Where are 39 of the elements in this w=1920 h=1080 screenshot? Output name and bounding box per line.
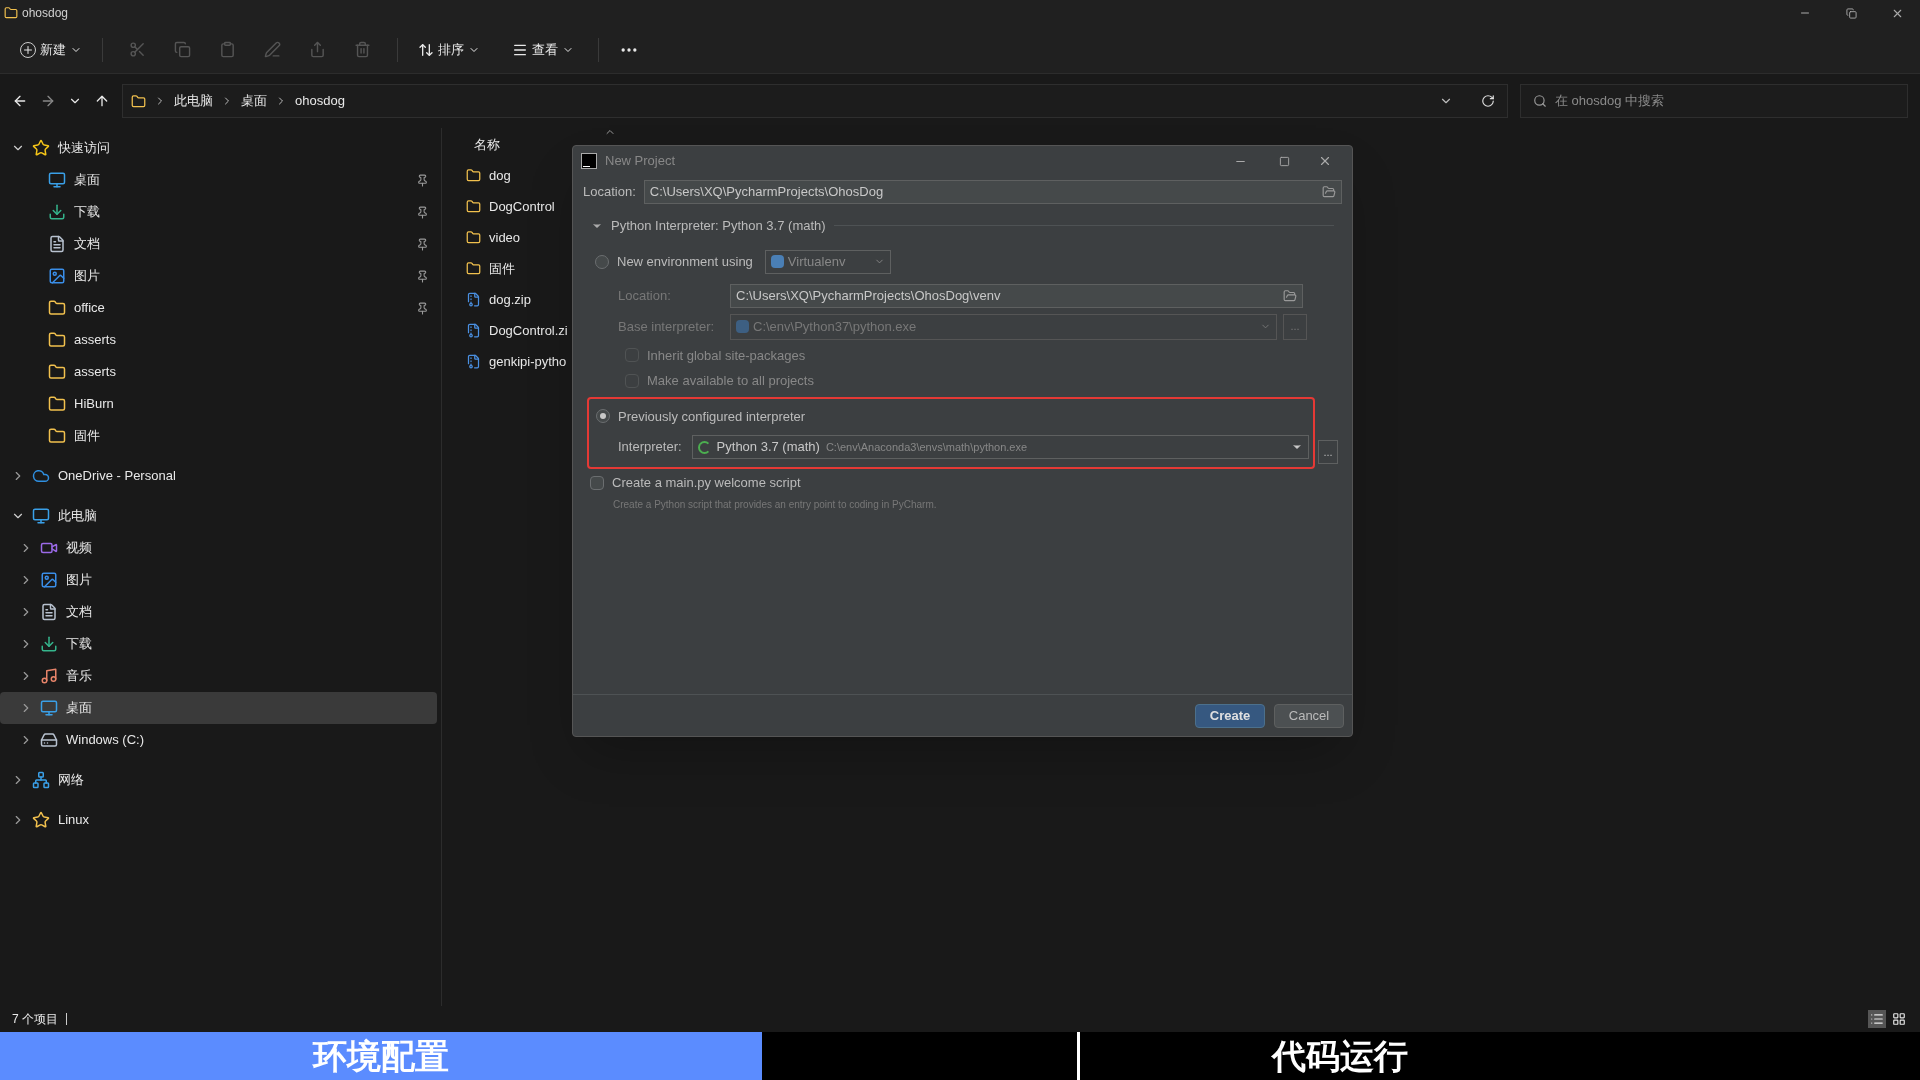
- file-name: DogControl.zi: [489, 321, 568, 340]
- file-name: DogControl: [489, 197, 555, 216]
- sidebar-label: 图片: [66, 571, 92, 590]
- sidebar-label: 视频: [66, 539, 92, 558]
- chapter-label: 环境配置: [313, 1035, 449, 1077]
- file-name: 固件: [489, 259, 515, 278]
- sidebar-label: office: [74, 299, 105, 318]
- sidebar-label: 此电脑: [58, 507, 97, 526]
- sidebar-label: Windows (C:): [66, 731, 144, 750]
- file-name: dog.zip: [489, 290, 531, 309]
- sidebar-label: 固件: [74, 427, 100, 446]
- file-name: video: [489, 228, 521, 247]
- base-interpreter-label: Base interpreter:: [618, 317, 716, 336]
- sidebar-label: asserts: [74, 331, 116, 350]
- dialog-title: New Project: [605, 152, 676, 171]
- sidebar-label: Linux: [58, 811, 90, 830]
- file-name: dog: [489, 166, 511, 185]
- sidebar-label: 网络: [58, 771, 84, 790]
- sidebar-label: 下载: [66, 635, 92, 654]
- sidebar-label: 桌面: [74, 171, 100, 190]
- location-label: Location:: [583, 183, 636, 202]
- sidebar-label: 音乐: [66, 667, 92, 686]
- interpreter-label: Interpreter:: [618, 438, 682, 457]
- window-title: ohosdog: [22, 5, 69, 22]
- sidebar-label: OneDrive - Personal: [58, 467, 176, 486]
- item-count: 7 个项目: [12, 1011, 58, 1028]
- chapter-label: 代码运行: [1272, 1035, 1408, 1077]
- sidebar-label: 快速访问: [58, 139, 110, 158]
- sidebar-label: 文档: [74, 235, 100, 254]
- sidebar-label: 下载: [74, 203, 100, 222]
- file-name: genkipi-pytho: [489, 352, 567, 371]
- venv-location-label: Location:: [618, 286, 672, 305]
- sidebar-label: 桌面: [66, 699, 92, 718]
- sidebar-label: asserts: [74, 363, 116, 382]
- search-placeholder: 在 ohosdog 中搜索: [1555, 92, 1665, 111]
- sidebar-label: 图片: [74, 267, 100, 286]
- sidebar-label: 文档: [66, 603, 92, 622]
- sidebar-label: HiBurn: [74, 395, 114, 414]
- interpreter-path: C:\env\Anaconda3\envs\math\python.exe: [825, 439, 1028, 455]
